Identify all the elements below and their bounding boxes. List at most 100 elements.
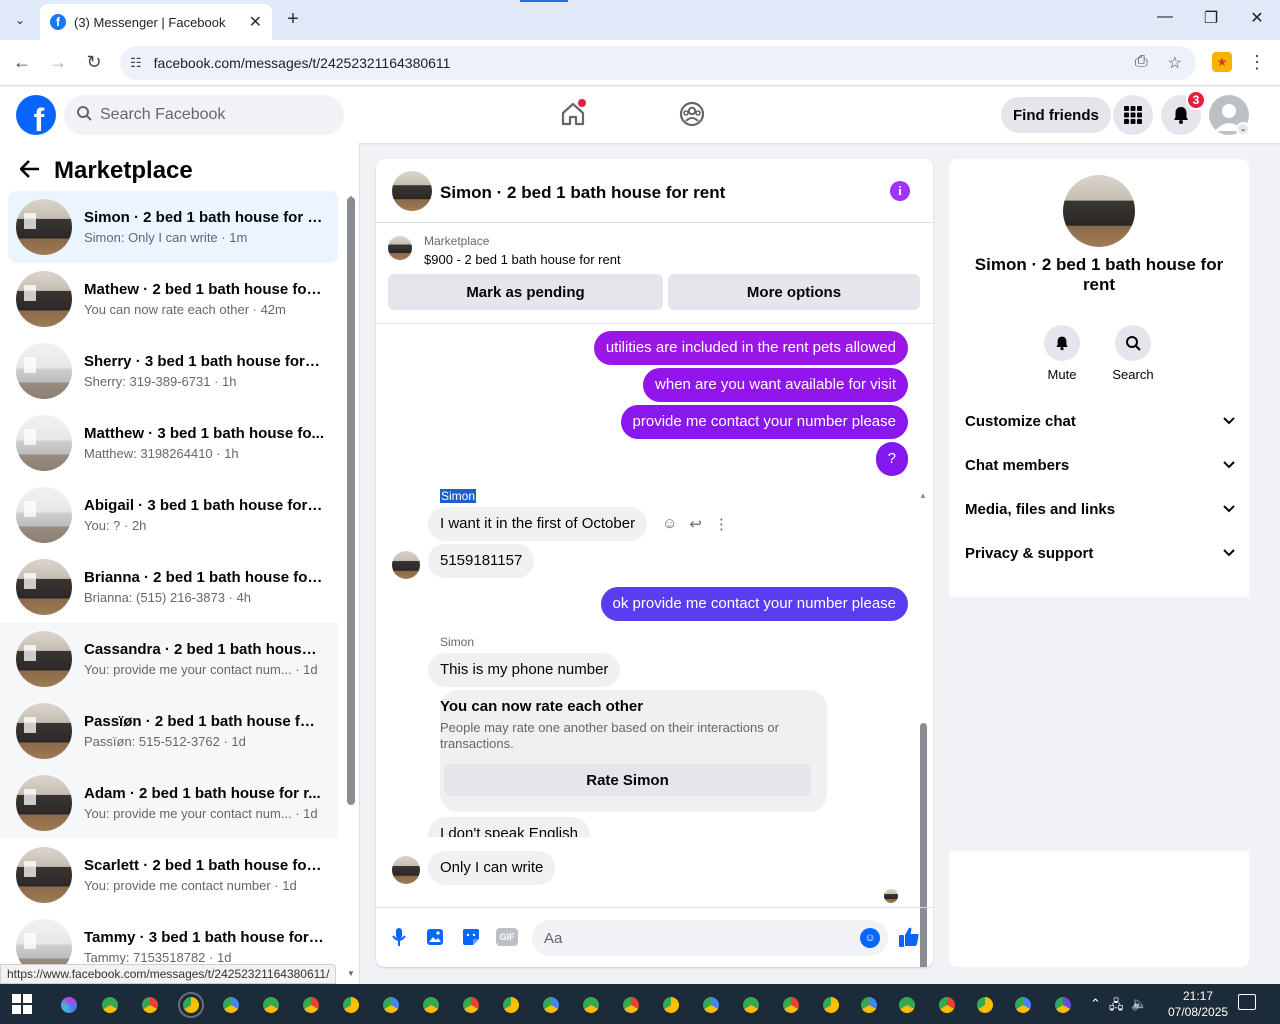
chrome-profile-taskbar-icon[interactable] [500, 994, 522, 1016]
copilot-taskbar-icon[interactable] [58, 994, 80, 1016]
account-caret-icon[interactable]: ⌄ [1236, 122, 1250, 136]
message-input[interactable] [532, 920, 888, 956]
incoming-message[interactable]: 5159181157 [428, 544, 535, 578]
more-options-button[interactable]: More options [668, 274, 920, 310]
tab-close-icon[interactable]: ✕ [249, 12, 262, 32]
site-settings-icon[interactable]: ☷ [130, 55, 142, 71]
chrome-profile-taskbar-icon[interactable] [820, 994, 842, 1016]
chat-avatar[interactable] [392, 171, 432, 211]
chrome-profile-taskbar-icon[interactable] [936, 994, 958, 1016]
outgoing-message[interactable]: provide me contact your number please [620, 405, 908, 439]
bookmark-star-icon[interactable]: ☆ [1168, 53, 1182, 73]
react-emoji-icon[interactable]: ☺ [662, 515, 677, 533]
chrome-profile-taskbar-icon[interactable] [460, 994, 482, 1016]
chrome-profile-taskbar-icon[interactable] [420, 994, 442, 1016]
outgoing-message[interactable]: ? [875, 442, 908, 476]
more-dots-icon[interactable]: ⋮ [714, 515, 729, 533]
forward-arrow-icon[interactable]: → [46, 52, 70, 73]
conversation-item[interactable]: Matthew · 3 bed 1 bath house fo... Matthe… [8, 407, 338, 479]
chrome-profile-taskbar-icon[interactable] [740, 994, 762, 1016]
details-avatar[interactable] [1063, 175, 1135, 247]
windows-start-icon[interactable] [12, 994, 32, 1014]
chrome-profile-taskbar-icon[interactable] [780, 994, 802, 1016]
sticker-icon[interactable] [460, 926, 482, 948]
emoji-icon[interactable]: ☺ [860, 928, 880, 948]
sender-avatar[interactable] [392, 551, 420, 579]
chrome-profile-taskbar-icon[interactable] [620, 994, 642, 1016]
chrome-profile-taskbar-icon[interactable] [220, 994, 242, 1016]
facebook-search[interactable] [64, 95, 344, 135]
mute-button[interactable]: Mute [1032, 325, 1092, 382]
outgoing-message[interactable]: ok provide me contact your number please [600, 587, 908, 621]
install-app-icon[interactable]: ⎙ [1135, 53, 1148, 73]
rate-simon-button[interactable]: Rate Simon [444, 764, 811, 796]
chrome-profile-taskbar-icon[interactable] [139, 994, 161, 1016]
sender-avatar[interactable] [392, 856, 420, 884]
scroll-up-arrow-icon[interactable]: ▲ [919, 491, 927, 500]
new-tab-plus-icon[interactable]: + [282, 8, 304, 30]
restore-icon[interactable]: ❐ [1196, 8, 1226, 28]
media-files-links-row[interactable]: Media, files and links [965, 491, 1235, 527]
action-center-icon[interactable] [1238, 994, 1256, 1010]
back-arrow-icon[interactable]: ← [10, 52, 34, 73]
microphone-icon[interactable] [388, 926, 410, 948]
customize-chat-row[interactable]: Customize chat [965, 403, 1235, 439]
privacy-support-row[interactable]: Privacy & support [965, 535, 1235, 571]
incoming-message[interactable]: I don't speak English [428, 817, 590, 837]
chrome-profile-taskbar-icon[interactable] [260, 994, 282, 1016]
chrome-profile-taskbar-icon[interactable] [580, 994, 602, 1016]
browser-menu-icon[interactable]: ⋮ [1248, 52, 1266, 73]
conversation-item[interactable]: Brianna · 2 bed 1 bath house for ... Bria… [8, 551, 338, 623]
conversation-item[interactable]: Adam · 2 bed 1 bath house for r... You: p… [0, 767, 338, 839]
info-icon[interactable]: i [890, 181, 910, 201]
incoming-message[interactable]: Only I can write [428, 851, 556, 885]
home-icon[interactable] [558, 99, 588, 129]
chat-title[interactable]: Simon · 2 bed 1 bath house for rent [440, 183, 725, 203]
reply-icon[interactable]: ↩ [689, 515, 702, 533]
groups-icon[interactable] [677, 99, 707, 129]
listing-price[interactable]: $900 - 2 bed 1 bath house for rent [424, 252, 621, 267]
extension-icon[interactable]: ★ [1212, 52, 1232, 72]
sidebar-scrollbar[interactable] [347, 197, 355, 805]
outgoing-message[interactable]: utilities are included in the rent pets … [593, 331, 908, 365]
mark-as-pending-button[interactable]: Mark as pending [388, 274, 663, 310]
find-friends-button[interactable]: Find friends [1001, 97, 1111, 133]
volume-icon[interactable]: 🔈 [1131, 996, 1147, 1018]
search-input[interactable] [100, 106, 320, 124]
scroll-down-arrow-icon[interactable]: ▼ [347, 969, 355, 978]
chrome-profile-taskbar-icon[interactable] [896, 994, 918, 1016]
tray-chevron-icon[interactable]: ⌃ [1090, 996, 1101, 1018]
conversation-item[interactable]: Mathew · 2 bed 1 bath house for... You ca… [8, 263, 338, 335]
chrome-profile-taskbar-icon[interactable] [340, 994, 362, 1016]
conversation-item[interactable]: Abigail · 3 bed 1 bath house for ... You:… [8, 479, 338, 551]
tab-list-chevron-icon[interactable]: ⌄ [6, 6, 34, 34]
chrome-profile-taskbar-icon[interactable] [300, 994, 322, 1016]
outgoing-message[interactable]: when are you want available for visit [643, 368, 908, 402]
facebook-logo-icon[interactable]: f [16, 95, 56, 135]
minimize-icon[interactable]: — [1150, 8, 1180, 26]
browser-tab-messenger[interactable]: f (3) Messenger | Facebook ✕ [40, 4, 272, 40]
conversation-item[interactable]: Cassandra · 2 bed 1 bath house f... You: … [0, 623, 338, 695]
menu-grid-icon[interactable] [1113, 95, 1153, 135]
conversation-item[interactable]: Simon · 2 bed 1 bath house for r... Simon… [8, 191, 338, 263]
network-icon[interactable]: 🖧 [1109, 996, 1124, 1018]
conversation-item[interactable]: Passïøn · 2 bed 1 bath house for ... Pass… [0, 695, 338, 767]
chrome-profile-taskbar-icon[interactable] [540, 994, 562, 1016]
gif-icon[interactable]: GIF [496, 928, 518, 946]
chrome-profile-taskbar-icon[interactable] [1012, 994, 1034, 1016]
conversation-item[interactable]: Scarlett · 2 bed 1 bath house for ... You… [8, 839, 338, 911]
chrome-profile-taskbar-icon[interactable] [180, 994, 202, 1016]
search-in-chat-button[interactable]: Search [1103, 325, 1163, 382]
chrome-profile-taskbar-icon[interactable] [700, 994, 722, 1016]
chat-members-row[interactable]: Chat members [965, 447, 1235, 483]
url-omnibox[interactable]: ☷ facebook.com/messages/t/24252321164380… [120, 46, 1196, 80]
chrome-profile-taskbar-icon[interactable] [1052, 994, 1074, 1016]
listing-thumbnail[interactable] [388, 236, 412, 260]
conversation-item[interactable]: Sherry · 3 bed 1 bath house for r... Sher… [8, 335, 338, 407]
chrome-profile-taskbar-icon[interactable] [380, 994, 402, 1016]
chrome-profile-taskbar-icon[interactable] [858, 994, 880, 1016]
chrome-profile-taskbar-icon[interactable] [99, 994, 121, 1016]
chrome-profile-taskbar-icon[interactable] [660, 994, 682, 1016]
window-close-icon[interactable]: ✕ [1242, 8, 1272, 28]
incoming-message[interactable]: I want it in the first of October [428, 507, 648, 541]
